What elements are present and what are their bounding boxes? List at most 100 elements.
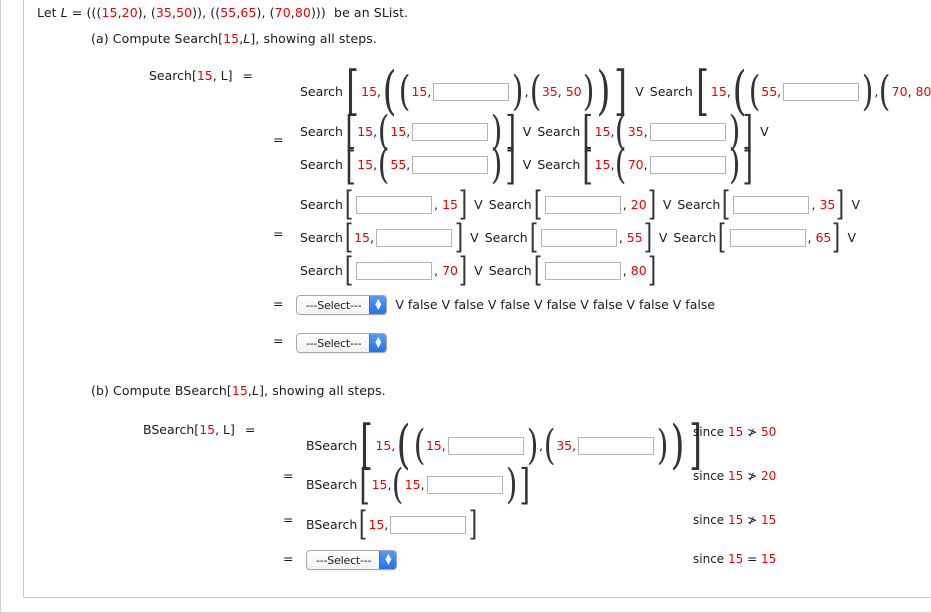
part-a-lhs-tail: , L] (212, 68, 233, 83)
answer-input[interactable] (540, 229, 617, 247)
or-operator: V (658, 229, 668, 245)
part-a-lhs: Search[ 15 , L] = (149, 68, 263, 83)
answer-input[interactable] (356, 262, 433, 280)
part-a-step3-line1: Search [ , 15 ] V Search [ , 20 ] V Sear… (300, 185, 861, 225)
bracket-open: [ (529, 218, 538, 258)
paren-open: ( (392, 461, 404, 509)
paren-close: ) (596, 61, 611, 122)
chevron-up-down-icon[interactable]: ▲ ▼ (369, 334, 387, 352)
fn-label: BSearch (306, 437, 358, 453)
bracket-close: ] (504, 140, 516, 190)
chevron-up-down-icon[interactable]: ▲ ▼ (369, 296, 387, 314)
answer-select[interactable]: ---Select--- ▲ ▼ (296, 295, 388, 315)
answer-input[interactable] (649, 156, 726, 174)
answer-select[interactable]: ---Select--- ▲ ▼ (306, 550, 398, 570)
part-a-step2-line2: Search [ 15, ( 55, ) ] V Search [ 15, ( … (300, 140, 753, 190)
pair-key: 35 (627, 123, 644, 139)
bracket-close: ] (742, 140, 753, 190)
page-root: Let L = ((( 15 , 20 ), ( 35 , 50 )), (( … (0, 0, 931, 613)
pair-key: 35 (541, 83, 558, 99)
part-b-lhs-tail: , L] (215, 422, 235, 437)
since-lhs: 15 (728, 469, 744, 483)
paren-open: ( (398, 68, 411, 116)
or-operator: V (474, 196, 483, 212)
bracket-close: ] (469, 505, 478, 545)
bracket-open: [ (344, 251, 354, 291)
fn-label: BSearch (306, 516, 358, 532)
equals-sign: = (283, 551, 294, 566)
pair-key: 15 (411, 83, 428, 99)
bracket-open: [ (695, 60, 709, 123)
equals-sign: = (273, 333, 284, 348)
part-b-lhs-head: BSearch[ (143, 422, 200, 437)
fn-label: Search (673, 229, 717, 245)
fn-label: BSearch (306, 476, 358, 492)
answer-input[interactable] (412, 156, 489, 174)
answer-input[interactable] (733, 196, 810, 214)
answer-input[interactable] (649, 123, 726, 141)
answer-input[interactable] (544, 262, 621, 280)
not-greater-icon: ≯ (747, 425, 758, 439)
fn-label: Search (649, 83, 693, 99)
answer-input[interactable] (433, 83, 510, 101)
equals-sign: = (283, 468, 294, 483)
since-label: since (693, 513, 725, 527)
or-operator: V (760, 123, 769, 139)
pair-key: 35 (556, 437, 573, 453)
search-key: 15 (594, 156, 611, 172)
answer-input[interactable] (544, 196, 621, 214)
or-operator: V (522, 123, 532, 139)
answer-input[interactable] (376, 229, 452, 247)
paren-close: ) (656, 422, 669, 470)
answer-input[interactable] (426, 476, 503, 494)
pair-key: 70 (627, 156, 644, 172)
paren-open: ( (543, 422, 556, 470)
bracket-close: ] (647, 185, 656, 225)
equals-sign: = (273, 296, 284, 311)
part-a-step3-line2: Search [ 15, ] V Search [ , 55 ] V Searc… (300, 218, 857, 258)
preamble-close: ))) (310, 5, 326, 20)
preamble-v2: 20 (121, 5, 138, 20)
part-b-since-1: since 15 ≯ 50 (693, 426, 776, 438)
paren-open: ( (413, 422, 426, 470)
paren-open: ( (529, 68, 542, 116)
fn-label: Search (537, 123, 581, 139)
answer-input[interactable] (356, 196, 433, 214)
answer-input[interactable] (729, 229, 806, 247)
search-key: 15 (357, 156, 374, 172)
pair-val: 80 (915, 83, 931, 99)
answer-select[interactable]: ---Select--- ▲ ▼ (296, 333, 388, 353)
answer-input[interactable] (578, 437, 655, 455)
since-label: since (693, 552, 725, 566)
bracket-close: ] (454, 218, 464, 258)
or-operator: V (635, 83, 644, 99)
part-b-lhs-num: 15 (199, 422, 216, 437)
part-b-label: (b) Compute BSearch[ 15 , L ], showing a… (91, 383, 386, 398)
part-b-row4: ---Select--- ▲ ▼ (306, 550, 398, 570)
fn-label: Search (300, 156, 343, 172)
pair-key: 55 (761, 83, 778, 99)
chevron-up-down-icon[interactable]: ▲ ▼ (379, 551, 397, 569)
or-operator: V (662, 196, 672, 212)
fn-label: Search (677, 196, 721, 212)
part-b-label-var: L (252, 383, 260, 398)
preamble-v3: 35 (155, 5, 172, 20)
answer-input[interactable] (447, 437, 524, 455)
bracket-open: [ (582, 140, 594, 190)
not-greater-icon: ≯ (747, 469, 758, 483)
bracket-close: ] (643, 218, 652, 258)
pair-val: 55 (626, 229, 643, 245)
part-a-label-tail: ], showing all steps. (250, 31, 377, 46)
answer-input[interactable] (390, 516, 467, 534)
answer-input[interactable] (783, 83, 860, 101)
part-a-equals-3: = (273, 227, 283, 241)
bracket-open: [ (359, 505, 368, 545)
bracket-open: [ (345, 140, 356, 190)
pair-key: 70 (891, 83, 908, 99)
paren-close: ) (491, 141, 503, 189)
preamble-v1: 15 (101, 5, 118, 20)
answer-input[interactable] (412, 123, 489, 141)
bracket-open: [ (722, 185, 731, 225)
bracket-open: [ (533, 251, 542, 291)
since-lhs: 15 (728, 552, 744, 566)
